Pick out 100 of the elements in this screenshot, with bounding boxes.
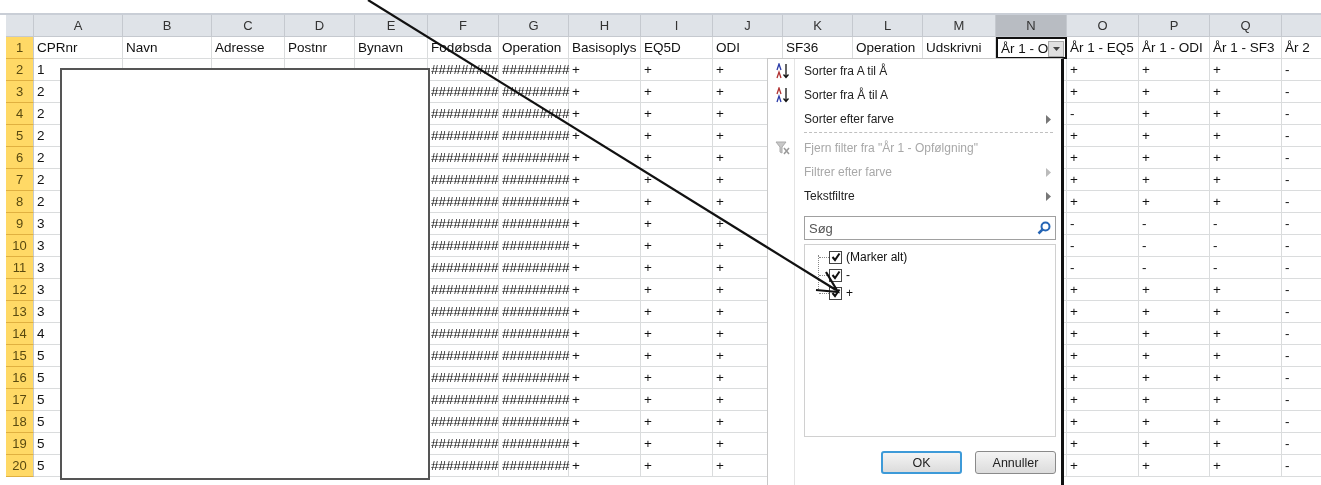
table-cell: + — [1142, 304, 1150, 319]
checkbox[interactable] — [829, 250, 842, 264]
table-cell: + — [716, 282, 724, 297]
menu-item[interactable]: Sorter efter farve — [768, 107, 1061, 131]
table-cell: + — [1142, 348, 1150, 363]
table-cell: - — [1285, 128, 1290, 143]
table-cell: + — [644, 194, 652, 209]
table-cell: 4 — [37, 326, 45, 341]
table-cell: + — [644, 436, 652, 451]
cancel-button[interactable]: Annuller — [975, 451, 1056, 474]
table-cell: + — [644, 128, 652, 143]
column-header[interactable]: C — [212, 15, 285, 37]
filter-dropdown-button[interactable] — [1048, 41, 1064, 57]
table-cell: + — [1070, 282, 1078, 297]
row-header[interactable]: 8 — [6, 191, 34, 213]
column-header[interactable]: K — [783, 15, 853, 37]
table-cell: - — [1142, 238, 1147, 253]
table-cell: ######### — [431, 150, 499, 165]
column-header[interactable]: H — [569, 15, 641, 37]
menu-item[interactable]: Sorter fra A til Å — [768, 59, 1061, 83]
table-cell: ######### — [431, 348, 499, 363]
row-header[interactable]: 2 — [6, 59, 34, 81]
row-header[interactable]: 18 — [6, 411, 34, 433]
header-cell-text: Adresse — [215, 40, 265, 55]
column-header[interactable]: P — [1139, 15, 1210, 37]
table-cell: ######### — [502, 348, 570, 363]
checkbox[interactable] — [829, 268, 842, 282]
row-header[interactable]: 3 — [6, 81, 34, 103]
table-cell: 5 — [37, 392, 45, 407]
row-header[interactable]: 19 — [6, 433, 34, 455]
row-header[interactable]: 15 — [6, 345, 34, 367]
row-header[interactable]: 10 — [6, 235, 34, 257]
table-cell: + — [644, 414, 652, 429]
column-header[interactable]: F — [428, 15, 499, 37]
menu-item[interactable]: Sorter fra Å til A — [768, 83, 1061, 107]
table-cell: + — [1070, 458, 1078, 473]
table-cell: ######### — [502, 62, 570, 77]
column-header[interactable]: O — [1067, 15, 1139, 37]
table-cell: + — [644, 216, 652, 231]
row-header[interactable]: 17 — [6, 389, 34, 411]
row-header[interactable]: 14 — [6, 323, 34, 345]
ok-button[interactable]: OK — [881, 451, 962, 474]
table-cell: + — [1213, 414, 1221, 429]
table-cell: 3 — [37, 216, 45, 231]
table-cell: + — [1213, 150, 1221, 165]
row-header[interactable]: 9 — [6, 213, 34, 235]
header-cell-text: Basisoplys — [572, 40, 637, 55]
column-header[interactable]: M — [923, 15, 996, 37]
table-cell: + — [1070, 304, 1078, 319]
row-header[interactable]: 4 — [6, 103, 34, 125]
column-header[interactable]: A — [34, 15, 123, 37]
row-header[interactable]: 16 — [6, 367, 34, 389]
table-cell: + — [1213, 84, 1221, 99]
table-cell: + — [1142, 84, 1150, 99]
row-header[interactable]: 7 — [6, 169, 34, 191]
table-cell: - — [1285, 216, 1290, 231]
table-cell: + — [1142, 436, 1150, 451]
header-cell-text: År 1 - SF3 — [1213, 40, 1275, 55]
table-cell: + — [572, 172, 580, 187]
checkbox-label: + — [846, 286, 853, 300]
column-header[interactable]: B — [123, 15, 212, 37]
header-cell-text: Udskrivni — [926, 40, 982, 55]
table-cell: + — [716, 194, 724, 209]
table-cell: + — [1213, 458, 1221, 473]
column-header[interactable]: Q — [1210, 15, 1282, 37]
table-cell: - — [1070, 238, 1075, 253]
row-header[interactable]: 20 — [6, 455, 34, 477]
table-cell: - — [1213, 260, 1218, 275]
table-cell: ######### — [431, 304, 499, 319]
column-header[interactable]: N — [996, 15, 1067, 37]
row-header[interactable]: 6 — [6, 147, 34, 169]
table-cell: - — [1285, 282, 1290, 297]
menu-item[interactable]: Tekstfiltre — [768, 184, 1061, 208]
table-cell: + — [572, 106, 580, 121]
table-cell: + — [644, 304, 652, 319]
table-cell: ######### — [502, 370, 570, 385]
table-cell: - — [1070, 106, 1075, 121]
row-header[interactable]: 1 — [6, 37, 34, 59]
table-cell: + — [572, 216, 580, 231]
table-cell: + — [1213, 370, 1221, 385]
header-cell-text: Operation — [502, 40, 562, 55]
table-cell: + — [572, 458, 580, 473]
column-header[interactable]: L — [853, 15, 923, 37]
row-header[interactable]: 12 — [6, 279, 34, 301]
column-header[interactable]: J — [713, 15, 783, 37]
table-cell: - — [1285, 370, 1290, 385]
search-field[interactable]: Søg — [804, 216, 1056, 240]
table-cell: - — [1213, 238, 1218, 253]
column-header[interactable]: D — [285, 15, 355, 37]
table-cell: ######### — [502, 282, 570, 297]
row-header[interactable]: 11 — [6, 257, 34, 279]
column-header[interactable]: I — [641, 15, 713, 37]
table-cell: 2 — [37, 172, 45, 187]
table-cell: - — [1142, 260, 1147, 275]
column-header[interactable]: G — [499, 15, 569, 37]
row-header[interactable]: 5 — [6, 125, 34, 147]
row-header[interactable]: 13 — [6, 301, 34, 323]
column-header[interactable]: E — [355, 15, 428, 37]
table-cell: ######### — [431, 458, 499, 473]
header-cell-text: År 1 - O — [1001, 40, 1049, 56]
